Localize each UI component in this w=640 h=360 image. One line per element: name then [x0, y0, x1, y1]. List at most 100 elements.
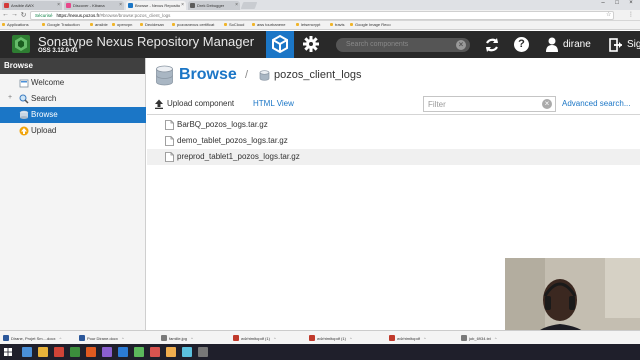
tab-close-icon[interactable]: × — [57, 2, 60, 8]
product-version: OSS 3.12.0-01 — [38, 48, 78, 54]
download-item[interactable]: job_6934.txt ^ — [460, 333, 497, 343]
list-item[interactable]: BarBQ_pozos_logs.tar.gz — [147, 117, 640, 133]
taskbar-app-icon[interactable] — [198, 347, 208, 357]
taskbar-app-icon[interactable] — [150, 347, 160, 357]
browser-tab[interactable]: Discover - Kibana × — [64, 1, 124, 10]
bookmark-item[interactable]: Decidesan — [140, 22, 164, 27]
html-view-link[interactable]: HTML View — [253, 99, 294, 108]
file-icon — [165, 136, 174, 146]
browser-tab-bar: Ansible AWX × Discover - Kibana × Browse… — [0, 0, 640, 10]
gear-icon[interactable] — [302, 35, 320, 53]
sidebar-item-welcome[interactable]: Welcome — [0, 75, 146, 91]
sidebar-item-search[interactable]: + Search — [0, 91, 146, 107]
upload-component-button[interactable]: Upload component — [152, 96, 234, 112]
clear-search-icon[interactable]: × — [456, 40, 466, 50]
list-item[interactable]: preprod_tablet1_pozos_logs.tar.gz — [147, 149, 640, 165]
tab-close-icon[interactable]: × — [119, 2, 122, 8]
taskbar-app-icon[interactable] — [70, 347, 80, 357]
url-path: /#browse/browse:pozos_client_logs — [99, 13, 171, 18]
download-item[interactable]: famille.jpg ^ — [160, 333, 193, 343]
sidebar-item-browse[interactable]: Browse — [0, 107, 146, 123]
url-host: https://nexus.pozos.fr — [56, 13, 100, 18]
download-name: Pour Dirane.docx — [87, 336, 118, 341]
help-icon[interactable]: ? — [514, 37, 529, 52]
expand-icon[interactable]: + — [8, 94, 12, 101]
sidebar-item-label: Upload — [31, 126, 57, 135]
bookmarks-bar: Applications Google Traduction ansible o… — [0, 21, 640, 30]
breadcrumb-separator: / — [245, 69, 249, 81]
download-file-icon — [233, 335, 239, 341]
list-item[interactable]: demo_tablet_pozos_logs.tar.gz — [147, 133, 640, 149]
browser-menu-icon[interactable]: ⋮ — [628, 11, 634, 18]
bookmark-item[interactable]: letsencrypt — [296, 22, 320, 27]
sidebar-item-upload[interactable]: Upload — [0, 123, 146, 139]
taskbar-app-icon[interactable] — [86, 347, 96, 357]
taskbar-app-icon[interactable] — [102, 347, 112, 357]
taskbar-app-icon[interactable] — [118, 347, 128, 357]
download-name: w4rhtmltopdf (1) — [317, 336, 346, 341]
bookmark-star-icon[interactable]: ☆ — [606, 11, 611, 18]
bookmark-item[interactable]: SoCloud — [224, 22, 244, 27]
filter-input[interactable]: Filter × — [423, 96, 556, 112]
tab-close-icon[interactable]: × — [235, 2, 238, 8]
bookmark-item[interactable]: pozosnexus certificat — [172, 22, 214, 27]
os-taskbar — [0, 344, 640, 360]
taskbar-app-icon[interactable] — [182, 347, 192, 357]
browser-tab-active[interactable]: Browse - Nexus Reposito × — [126, 1, 186, 10]
minimize-icon[interactable]: – — [596, 0, 610, 6]
cube-icon — [272, 34, 288, 54]
download-item[interactable]: w4rhtmltopdf ^ — [388, 333, 426, 343]
bookmark-item[interactable]: aws tourbanene — [252, 22, 285, 27]
forward-icon[interactable]: → — [10, 11, 19, 18]
maximize-icon[interactable]: □ — [610, 0, 624, 6]
sign-out-label[interactable]: Sig — [627, 39, 640, 50]
close-window-icon[interactable]: × — [624, 0, 638, 6]
new-tab-button[interactable] — [240, 2, 258, 9]
bookmark-item[interactable]: openvpn — [112, 22, 132, 27]
url-input[interactable]: Sécurisé https://nexus.pozos.fr/#browse/b… — [30, 11, 614, 20]
download-file-icon — [161, 335, 167, 341]
welcome-icon — [19, 79, 29, 88]
taskbar-app-icon[interactable] — [38, 347, 48, 357]
tab-title: Browse - Nexus Reposito — [135, 3, 181, 8]
taskbar-app-icon[interactable] — [54, 347, 64, 357]
download-item[interactable]: Pour Dirane.docx ^ — [78, 333, 124, 343]
taskbar-app-icon[interactable] — [22, 347, 32, 357]
tab-title: Discover - Kibana — [73, 3, 105, 8]
reload-icon[interactable]: ↻ — [19, 11, 28, 19]
taskbar-app-icon[interactable] — [134, 347, 144, 357]
sidebar-item-label: Search — [31, 94, 57, 103]
page-title[interactable]: Browse — [179, 66, 237, 84]
download-item[interactable]: Dirane, Projet Sm....docx ^ — [2, 333, 61, 343]
browser-tab[interactable]: Ansible AWX × — [2, 1, 62, 10]
download-name: job_6934.txt — [469, 336, 491, 341]
refresh-icon[interactable] — [484, 37, 500, 53]
file-icon — [165, 120, 174, 130]
nexus-logo-icon — [12, 35, 30, 53]
download-file-icon — [79, 335, 85, 341]
bookmark-item[interactable]: Applications — [2, 22, 29, 27]
browser-tab[interactable]: Drek Debugger × — [188, 1, 240, 10]
database-icon — [156, 65, 173, 86]
sign-out-icon[interactable] — [609, 38, 623, 52]
sidebar-header: Browse — [0, 58, 145, 74]
clear-filter-icon[interactable]: × — [542, 99, 552, 109]
tab-close-icon[interactable]: × — [181, 2, 184, 8]
bookmark-item[interactable]: Google Image Reco — [350, 22, 391, 27]
download-item[interactable]: w4rhtmltopdf (1) ^ — [232, 333, 276, 343]
user-icon[interactable] — [545, 37, 559, 52]
windows-start-icon[interactable] — [4, 348, 12, 356]
advanced-search-link[interactable]: Advanced search... — [562, 99, 630, 108]
back-icon[interactable]: ← — [1, 11, 10, 18]
bookmark-item[interactable]: Google Traduction — [42, 22, 80, 27]
browse-mode-button[interactable] — [266, 31, 294, 58]
bookmark-item[interactable]: travis — [330, 22, 345, 27]
username-label[interactable]: dirane — [563, 39, 591, 50]
address-bar: ← → ↻ Sécurisé https://nexus.pozos.fr/#br… — [0, 10, 640, 21]
download-file-icon — [461, 335, 467, 341]
download-item[interactable]: w4rhtmltopdf (1) ^ — [308, 333, 352, 343]
product-title: Sonatype Nexus Repository Manager — [38, 34, 255, 49]
taskbar-app-icon[interactable] — [166, 347, 176, 357]
search-components-input[interactable]: Search components × — [336, 38, 470, 52]
bookmark-item[interactable]: ansible — [90, 22, 108, 27]
